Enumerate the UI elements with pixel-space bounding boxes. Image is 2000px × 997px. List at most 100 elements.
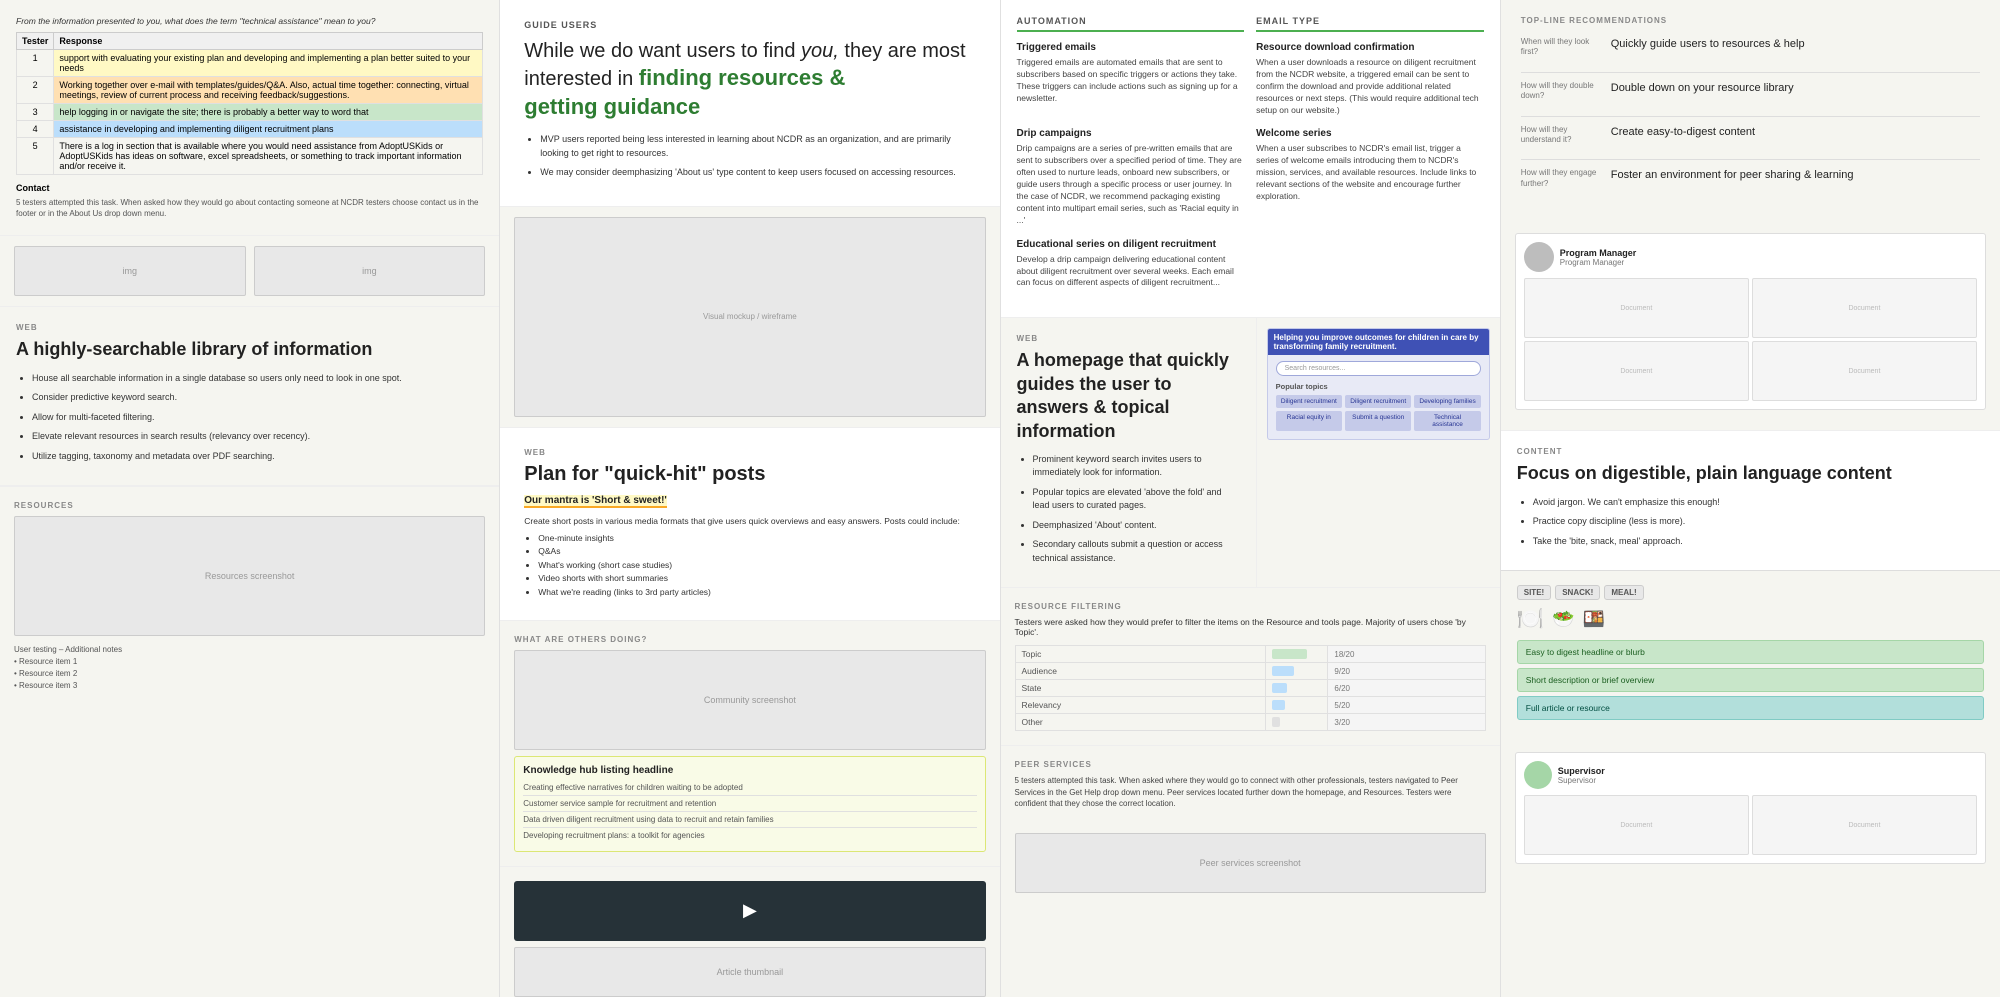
quick-hit-list: One-minute insights Q&As What's working …	[524, 532, 975, 600]
video-section: ▶ Article thumbnail	[500, 866, 999, 997]
snack-illustration: 🍽️ 🥗 🍱	[1517, 606, 1984, 632]
web-label-homepage: WEB	[1017, 334, 1240, 343]
content-label: CONTENT	[1517, 447, 1984, 456]
bullet-item: Practice copy discipline (less is more).	[1533, 515, 1984, 529]
list-item: Q&As	[538, 545, 975, 559]
email-type-label: EMAIL TYPE	[1256, 16, 1484, 32]
doc-placeholder: Document	[1752, 278, 1977, 338]
drip-text: Drip campaigns are a series of pre-writt…	[1017, 143, 1245, 226]
content-section: CONTENT Focus on digestible, plain langu…	[1501, 431, 2000, 570]
homepage-text: WEB A homepage that quickly guides the u…	[1001, 318, 1257, 587]
educational-row: Educational series on diligent recruitme…	[1017, 239, 1484, 290]
knowledge-item: Developing recruitment plans: a toolkit …	[523, 828, 976, 843]
column-2: GUIDE USERS While we do want users to fi…	[500, 0, 1000, 997]
filter-row: Other 3/20	[1015, 714, 1485, 731]
rec-text-4: Foster an environment for peer sharing &…	[1611, 168, 1980, 183]
resources-bottom: Resources Resources screenshot User test…	[0, 486, 499, 706]
resources-screenshot: Resources screenshot	[14, 516, 485, 636]
what-others-label: what are others doing?	[514, 635, 985, 644]
bullet-item: Utilize tagging, taxonomy and metadata o…	[32, 450, 483, 464]
person-icon: 🍽️	[1517, 606, 1544, 632]
rec-item-4: How will they engage further? Foster an …	[1521, 168, 1980, 189]
peer-services-text: 5 testers attempted this task. When aske…	[1015, 775, 1486, 809]
table-row: 3 help logging in or navigate the site; …	[17, 104, 483, 121]
snack-card-3: Full article or resource	[1517, 696, 1984, 720]
contact-text: 5 testers attempted this task. When aske…	[16, 197, 483, 219]
main-container: From the information presented to you, w…	[0, 0, 2000, 997]
welcome-label: Welcome series	[1256, 128, 1484, 139]
topic-chip: Submit a question	[1345, 411, 1411, 431]
rec-text-1: Quickly guide users to resources & help	[1611, 37, 1980, 52]
knowledge-item: Creating effective narratives for childr…	[523, 780, 976, 796]
doc-placeholder: Document	[1752, 341, 1977, 401]
snack-labels-row: SITE! SNACK! MEAL!	[1517, 585, 1984, 600]
quick-hit-section: WEB Plan for "quick-hit" posts Our mantr…	[500, 428, 999, 620]
download-text: When a user downloads a resource on dili…	[1256, 57, 1484, 116]
usability-question: From the information presented to you, w…	[16, 16, 483, 26]
bullet-item: Popular topics are elevated 'above the f…	[1033, 486, 1240, 513]
content-bullets: Avoid jargon. We can't emphasize this en…	[1517, 496, 1984, 549]
snack-card-1: Easy to digest headline or blurb	[1517, 640, 1984, 664]
pm-avatar	[1524, 242, 1554, 272]
pm-docs: Document Document Document Document	[1524, 278, 1977, 401]
rec-text-3: Create easy-to-digest content	[1611, 125, 1980, 140]
knowledge-hub-headline: Knowledge hub listing headline	[523, 765, 976, 776]
resource-filtering-section: Resource Filtering Testers were asked ho…	[1001, 587, 1500, 745]
knowledge-hub: Knowledge hub listing headline Creating …	[514, 756, 985, 852]
contact-label: Contact	[16, 183, 483, 193]
topic-chip: Racial equity in	[1276, 411, 1342, 431]
what-others-screenshot: Community screenshot	[514, 650, 985, 750]
table-row: 4 assistance in developing and implement…	[17, 121, 483, 138]
top-line-section: TOP-LINE RECOMMENDATIONS When will they …	[1501, 0, 2000, 219]
triggered-row: Triggered emails Triggered emails are au…	[1017, 42, 1484, 116]
homepage-mock-area: Helping you improve outcomes for childre…	[1257, 318, 1500, 587]
table-row: 5 There is a log in section that is avai…	[17, 138, 483, 175]
snack-label-site: SITE!	[1517, 585, 1551, 600]
bullet-item: Allow for multi-faceted filtering.	[32, 411, 483, 425]
mantra: Our mantra is 'Short & sweet!'	[524, 495, 667, 508]
meal-icon: 🍱	[1583, 609, 1605, 630]
pm-name: Program Manager	[1560, 248, 1637, 258]
homepage-bullets: Prominent keyword search invites users t…	[1017, 453, 1240, 566]
educational-label: Educational series on diligent recruitme…	[1017, 239, 1245, 250]
usability-section: From the information presented to you, w…	[0, 0, 499, 236]
homepage-section-wrapper: WEB A homepage that quickly guides the u…	[1001, 317, 1500, 587]
food-icon: 🥗	[1552, 609, 1574, 630]
video-placeholder: ▶	[514, 881, 985, 941]
download-label: Resource download confirmation	[1256, 42, 1484, 53]
triggered-label: Triggered emails	[1017, 42, 1245, 53]
sup-docs: Document Document	[1524, 795, 1977, 855]
peer-services-screenshot: Peer services screenshot	[1015, 833, 1486, 893]
bullet-item: We may consider deemphasizing 'About us'…	[540, 166, 975, 180]
article-thumbnail: Article thumbnail	[514, 947, 985, 997]
pm-card: Program Manager Program Manager Document…	[1515, 233, 1986, 410]
bullet-item: Prominent keyword search invites users t…	[1033, 453, 1240, 480]
top-line-label: TOP-LINE RECOMMENDATIONS	[1521, 16, 1980, 25]
list-item: What's working (short case studies)	[538, 559, 975, 573]
column-3: AUTOMATION EMAIL TYPE Triggered emails T…	[1001, 0, 1501, 997]
col2-screenshot-main: Visual mockup / wireframe	[514, 217, 985, 417]
automation-section: AUTOMATION EMAIL TYPE Triggered emails T…	[1001, 0, 1500, 317]
what-others-section: what are others doing? Community screens…	[500, 620, 999, 866]
filter-row: Audience 9/20	[1015, 663, 1485, 680]
column-4: TOP-LINE RECOMMENDATIONS When will they …	[1501, 0, 2000, 997]
bullet-item: House all searchable information in a si…	[32, 372, 483, 386]
content-title: Focus on digestible, plain language cont…	[1517, 462, 1984, 485]
web-label: WEB	[16, 323, 483, 332]
doc-placeholder: Document	[1752, 795, 1977, 855]
homepage-title: A homepage that quickly guides the user …	[1017, 349, 1240, 443]
bullet-item: Take the 'bite, snack, meal' approach.	[1533, 535, 1984, 549]
supervisor-avatar	[1524, 761, 1552, 789]
pm-header: Program Manager Program Manager	[1524, 242, 1977, 272]
topic-chip: Technical assistance	[1414, 411, 1480, 431]
doc-placeholder: Document	[1524, 278, 1749, 338]
quick-hit-intro: Create short posts in various media form…	[524, 516, 975, 526]
column-1: From the information presented to you, w…	[0, 0, 500, 997]
resources-label: Resources	[14, 501, 485, 510]
topic-chip: Diligent recruitment	[1276, 395, 1342, 408]
drip-row: Drip campaigns Drip campaigns are a seri…	[1017, 128, 1484, 226]
divider	[1521, 159, 1980, 160]
quick-hit-label: WEB	[524, 448, 975, 457]
list-item: Video shorts with short summaries	[538, 572, 975, 586]
snack-label-meal: MEAL!	[1604, 585, 1643, 600]
